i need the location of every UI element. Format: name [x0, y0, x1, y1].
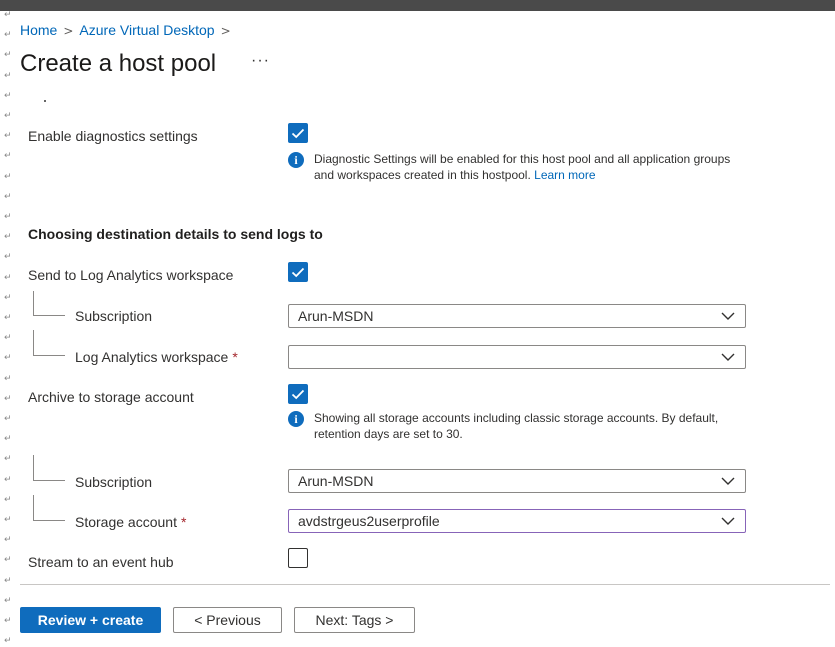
paragraph-mark: ↵	[4, 252, 12, 263]
paragraph-mark: ↵	[4, 333, 12, 344]
breadcrumb: Home > Azure Virtual Desktop >	[20, 22, 237, 38]
paragraph-mark: ↵	[4, 515, 12, 525]
la-subscription-dropdown[interactable]: Arun-MSDN	[288, 304, 746, 328]
paragraph-mark: ↵	[4, 434, 12, 445]
paragraph-mark: ↵	[4, 272, 12, 283]
checkmark-icon	[291, 128, 305, 139]
send-log-analytics-label: Send to Log Analytics workspace	[28, 267, 234, 283]
tree-connector	[33, 495, 65, 521]
page-title: Create a host pool	[20, 50, 217, 77]
storage-info-text: Showing all storage accounts including c…	[314, 411, 719, 441]
paragraph-mark: ↵	[4, 50, 12, 61]
paragraph-mark: ↵	[4, 10, 12, 20]
event-hub-label: Stream to an event hub	[28, 554, 174, 570]
required-mark: *	[180, 514, 187, 530]
storage-account-label-text: Storage account	[75, 514, 177, 530]
storage-account-dropdown[interactable]: avdstrgeus2userprofile	[288, 509, 746, 533]
destination-heading: Choosing destination details to send log…	[28, 226, 323, 242]
paragraph-mark: ↵	[4, 595, 12, 606]
paragraph-mark: ↵	[4, 111, 12, 121]
storage-subscription-value: Arun-MSDN	[298, 473, 374, 489]
enable-diagnostics-label: Enable diagnostics settings	[28, 128, 198, 144]
storage-info: i Showing all storage accounts including…	[288, 410, 744, 442]
paragraph-mark: ↵	[4, 474, 12, 485]
chevron-down-icon	[721, 312, 735, 320]
la-subscription-value: Arun-MSDN	[298, 308, 374, 324]
next-tags-button[interactable]: Next: Tags >	[294, 607, 415, 633]
archive-storage-checkbox[interactable]	[288, 384, 308, 404]
tree-connector	[33, 330, 65, 356]
paragraph-mark: ↵	[4, 535, 12, 546]
paragraph-mark: ↵	[4, 616, 12, 626]
paragraph-mark: ↵	[4, 171, 12, 182]
paragraph-mark: ↵	[4, 90, 12, 101]
enable-diagnostics-checkbox[interactable]	[288, 123, 308, 143]
learn-more-link[interactable]: Learn more	[534, 168, 595, 182]
paragraph-mark: ↵	[4, 191, 12, 202]
chevron-down-icon	[721, 517, 735, 525]
info-icon: i	[288, 152, 304, 168]
paragraph-mark: ↵	[4, 353, 12, 364]
top-border	[0, 0, 835, 11]
storage-account-label: Storage account *	[75, 514, 186, 530]
paragraph-marks: ↵ ↵ ↵ ↵ ↵ ↵ ↵ ↵ ↵ ↵ ↵ ↵ ↵ ↵ ↵ ↵ ↵ ↵ ↵ ↵ ↵ ↵ ↵ ↵ ↵ ↵ ↵ ↵ ↵ ↵ ↵ ↵	[4, 10, 16, 647]
footer-divider	[20, 584, 830, 585]
chevron-down-icon	[721, 353, 735, 361]
paragraph-mark: ↵	[4, 494, 12, 505]
paragraph-mark: ↵	[4, 131, 12, 142]
la-workspace-label: Log Analytics workspace *	[75, 349, 238, 365]
paragraph-mark: ↵	[4, 70, 12, 81]
paragraph-mark: ↵	[4, 393, 12, 404]
storage-subscription-label: Subscription	[75, 474, 153, 490]
paragraph-mark: ↵	[4, 454, 12, 465]
send-log-analytics-checkbox[interactable]	[288, 262, 308, 282]
tree-connector	[33, 291, 65, 316]
paragraph-mark: ↵	[4, 313, 12, 323]
breadcrumb-separator: >	[63, 24, 74, 38]
event-hub-checkbox[interactable]	[288, 548, 308, 568]
breadcrumb-service-link[interactable]: Azure Virtual Desktop	[79, 22, 214, 38]
paragraph-mark: ↵	[4, 30, 12, 41]
diagnostics-info: i Diagnostic Settings will be enabled fo…	[288, 151, 744, 183]
paragraph-mark: ↵	[4, 151, 12, 162]
checkmark-icon	[291, 389, 305, 400]
paragraph-mark: ↵	[4, 414, 12, 424]
required-mark: *	[232, 349, 238, 365]
la-workspace-dropdown[interactable]	[288, 345, 746, 369]
la-workspace-label-text: Log Analytics workspace	[75, 349, 229, 365]
checkmark-icon	[291, 267, 305, 278]
paragraph-mark: ↵	[4, 292, 12, 303]
paragraph-mark: ↵	[4, 232, 12, 243]
paragraph-mark: ↵	[4, 555, 12, 566]
chevron-down-icon	[721, 477, 735, 485]
storage-account-value: avdstrgeus2userprofile	[298, 513, 440, 529]
divider-dot	[44, 100, 46, 102]
previous-button[interactable]: < Previous	[173, 607, 282, 633]
info-icon: i	[288, 411, 304, 427]
la-subscription-label: Subscription	[75, 308, 153, 324]
paragraph-mark: ↵	[4, 636, 12, 647]
paragraph-mark: ↵	[4, 212, 12, 222]
review-create-button[interactable]: Review + create	[20, 607, 161, 633]
archive-storage-label: Archive to storage account	[28, 389, 194, 405]
breadcrumb-separator: >	[220, 24, 231, 38]
paragraph-mark: ↵	[4, 575, 12, 586]
storage-subscription-dropdown[interactable]: Arun-MSDN	[288, 469, 746, 493]
tree-connector	[33, 455, 65, 481]
paragraph-mark: ↵	[4, 373, 12, 384]
diagnostics-info-text: Diagnostic Settings will be enabled for …	[314, 152, 731, 182]
more-options-button[interactable]: ···	[251, 52, 270, 70]
breadcrumb-home-link[interactable]: Home	[20, 22, 57, 38]
